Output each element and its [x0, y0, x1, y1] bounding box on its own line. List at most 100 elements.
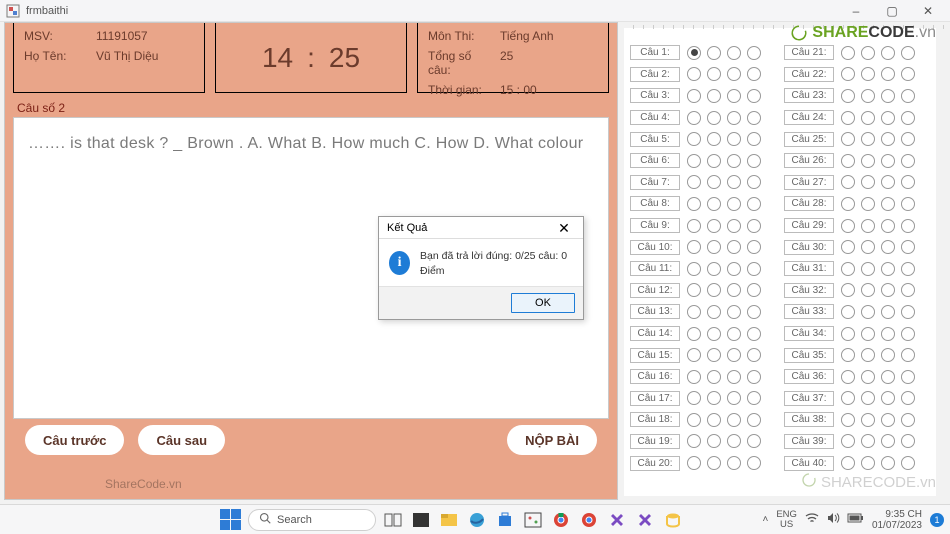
answer-option[interactable]	[707, 175, 721, 189]
minimize-button[interactable]: –	[838, 0, 874, 22]
answer-option[interactable]	[687, 46, 701, 60]
answer-option[interactable]	[841, 240, 855, 254]
answer-option[interactable]	[841, 132, 855, 146]
answer-option[interactable]	[881, 219, 895, 233]
clock[interactable]: 9:35 CH01/07/2023	[872, 509, 922, 531]
answer-option[interactable]	[881, 434, 895, 448]
answer-option[interactable]	[881, 262, 895, 276]
answer-option[interactable]	[881, 197, 895, 211]
answer-option[interactable]	[901, 46, 915, 60]
answer-option[interactable]	[727, 67, 741, 81]
answer-option[interactable]	[727, 456, 741, 470]
answer-option[interactable]	[747, 240, 761, 254]
answer-option[interactable]	[727, 348, 741, 362]
answer-option[interactable]	[727, 327, 741, 341]
answer-option[interactable]	[841, 197, 855, 211]
answer-option[interactable]	[747, 456, 761, 470]
answer-option[interactable]	[881, 175, 895, 189]
answer-option[interactable]	[727, 197, 741, 211]
chrome-icon-2[interactable]	[578, 509, 600, 531]
answer-option[interactable]	[861, 262, 875, 276]
answer-option[interactable]	[687, 283, 701, 297]
answer-option[interactable]	[687, 370, 701, 384]
answer-option[interactable]	[707, 348, 721, 362]
answer-option[interactable]	[707, 456, 721, 470]
answer-option[interactable]	[687, 175, 701, 189]
answer-option[interactable]	[707, 240, 721, 254]
answer-option[interactable]	[861, 348, 875, 362]
wifi-icon[interactable]	[805, 512, 819, 527]
maximize-button[interactable]: ▢	[874, 0, 910, 22]
answer-option[interactable]	[901, 283, 915, 297]
answer-option[interactable]	[747, 132, 761, 146]
answer-option[interactable]	[727, 154, 741, 168]
answer-option[interactable]	[747, 434, 761, 448]
edge-icon[interactable]	[466, 509, 488, 531]
answer-option[interactable]	[841, 89, 855, 103]
answer-option[interactable]	[687, 89, 701, 103]
answer-option[interactable]	[881, 89, 895, 103]
answer-option[interactable]	[707, 132, 721, 146]
answer-option[interactable]	[687, 434, 701, 448]
answer-option[interactable]	[747, 305, 761, 319]
answer-option[interactable]	[881, 327, 895, 341]
answer-option[interactable]	[901, 434, 915, 448]
notification-badge[interactable]: 1	[930, 513, 944, 527]
store-icon[interactable]	[494, 509, 516, 531]
answer-option[interactable]	[861, 111, 875, 125]
answer-option[interactable]	[901, 132, 915, 146]
answer-option[interactable]	[861, 89, 875, 103]
answer-option[interactable]	[901, 456, 915, 470]
answer-option[interactable]	[687, 197, 701, 211]
answer-option[interactable]	[727, 391, 741, 405]
answer-option[interactable]	[901, 240, 915, 254]
chrome-icon[interactable]	[550, 509, 572, 531]
answer-option[interactable]	[747, 413, 761, 427]
task-view-icon[interactable]	[382, 509, 404, 531]
answer-option[interactable]	[687, 413, 701, 427]
answer-option[interactable]	[861, 219, 875, 233]
answer-option[interactable]	[881, 413, 895, 427]
answer-option[interactable]	[901, 262, 915, 276]
taskbar-app-1[interactable]	[410, 509, 432, 531]
answer-option[interactable]	[707, 154, 721, 168]
answer-option[interactable]	[881, 111, 895, 125]
answer-option[interactable]	[841, 413, 855, 427]
answer-option[interactable]	[841, 327, 855, 341]
answer-option[interactable]	[901, 197, 915, 211]
answer-option[interactable]	[881, 67, 895, 81]
answer-option[interactable]	[727, 413, 741, 427]
language-indicator[interactable]: ENGUS	[776, 510, 797, 529]
answer-option[interactable]	[747, 175, 761, 189]
answer-option[interactable]	[861, 456, 875, 470]
answer-option[interactable]	[727, 283, 741, 297]
next-question-button[interactable]: Câu sau	[138, 425, 225, 455]
answer-option[interactable]	[707, 219, 721, 233]
answer-option[interactable]	[881, 46, 895, 60]
answer-option[interactable]	[747, 370, 761, 384]
answer-option[interactable]	[901, 327, 915, 341]
answer-option[interactable]	[861, 413, 875, 427]
answer-option[interactable]	[707, 46, 721, 60]
answer-option[interactable]	[861, 434, 875, 448]
taskbar-search[interactable]: Search	[248, 509, 376, 531]
answer-option[interactable]	[901, 305, 915, 319]
answer-option[interactable]	[727, 132, 741, 146]
answer-option[interactable]	[707, 262, 721, 276]
answer-option[interactable]	[727, 175, 741, 189]
answer-option[interactable]	[841, 111, 855, 125]
answer-option[interactable]	[687, 240, 701, 254]
answer-option[interactable]	[861, 327, 875, 341]
answer-option[interactable]	[881, 283, 895, 297]
answer-option[interactable]	[747, 46, 761, 60]
sql-icon[interactable]	[662, 509, 684, 531]
tray-chevron-icon[interactable]: ˄	[763, 514, 769, 525]
answer-option[interactable]	[707, 111, 721, 125]
answer-option[interactable]	[727, 46, 741, 60]
answer-option[interactable]	[901, 154, 915, 168]
answer-option[interactable]	[881, 370, 895, 384]
answer-option[interactable]	[727, 434, 741, 448]
answer-option[interactable]	[707, 413, 721, 427]
answer-option[interactable]	[727, 370, 741, 384]
answer-option[interactable]	[727, 262, 741, 276]
